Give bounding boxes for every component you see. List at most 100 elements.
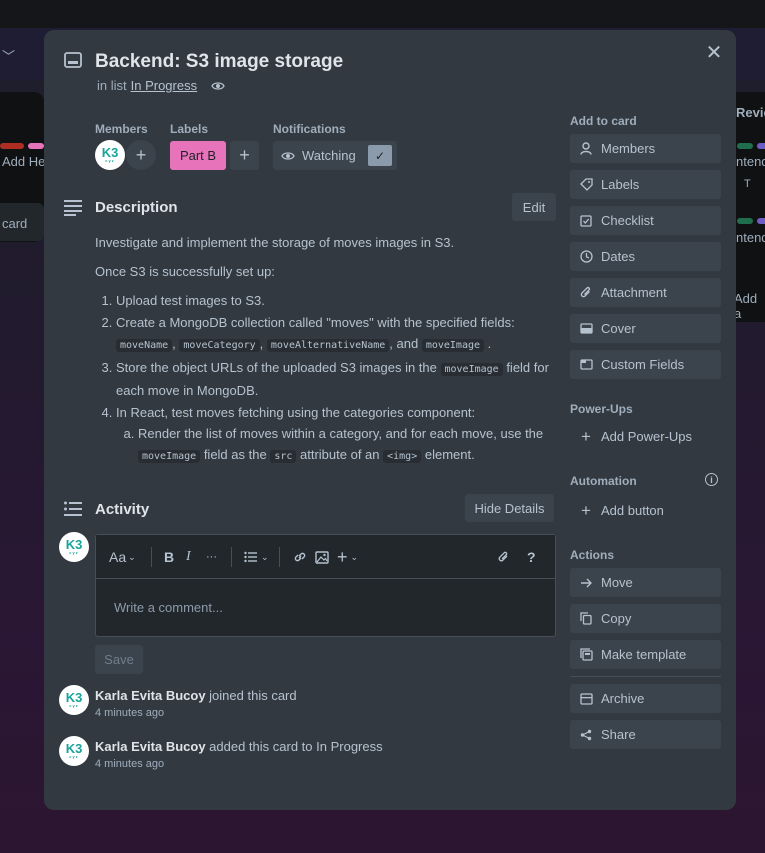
notifications-label: Notifications (273, 122, 346, 136)
watch-button[interactable]: Watching ✓ (273, 141, 397, 170)
power-ups-heading: Power-Ups (570, 402, 633, 416)
card-title[interactable]: Backend: S3 image storage (95, 51, 343, 73)
copy-button[interactable]: Copy (570, 604, 721, 633)
avatar-subtext: cyz (69, 703, 79, 708)
add-member-button[interactable]: + (126, 140, 156, 170)
actions-heading: Actions (570, 548, 615, 562)
cover-icon (579, 322, 593, 336)
avatar: K3 cyz (59, 685, 89, 715)
description-substeps: Render the list of moves within a catego… (138, 423, 555, 467)
tag-icon (579, 178, 593, 192)
italic-button[interactable]: I (186, 547, 191, 567)
info-icon[interactable]: i (705, 473, 718, 486)
add-button-button[interactable]: + Add button (570, 496, 721, 525)
description-icon (64, 200, 82, 216)
activity-user[interactable]: Karla Evita Bucoy (95, 739, 206, 754)
avatar: K3 cyz (59, 736, 89, 766)
plus-icon: + (581, 426, 591, 446)
background-label (757, 218, 765, 224)
image-icon[interactable] (315, 547, 329, 567)
sidebar-cover-button[interactable]: Cover (570, 314, 721, 343)
description-intro: Investigate and implement the storage of… (95, 235, 455, 250)
background-label (757, 143, 765, 149)
activity-time[interactable]: 4 minutes ago (95, 707, 164, 719)
toolbar-divider (231, 547, 232, 567)
add-to-card-heading: Add to card (570, 114, 637, 128)
background-label (28, 143, 44, 149)
save-comment-button[interactable]: Save (95, 645, 143, 674)
code-move-image: moveImage (138, 450, 201, 463)
comment-input[interactable]: Write a comment... (114, 600, 223, 615)
copy-icon (579, 612, 593, 626)
list-item: Create a MongoDB collection called "move… (116, 312, 555, 356)
code-img-tag: <img> (383, 450, 422, 463)
activity-title: Activity (95, 501, 150, 518)
sidebar-checklist-button[interactable]: Checklist (570, 206, 721, 235)
sidebar-dates-button[interactable]: Dates (570, 242, 721, 271)
help-icon[interactable]: ? (527, 547, 536, 567)
activity-action: added this card to In Progress (209, 739, 383, 754)
archive-icon (579, 692, 593, 706)
clock-icon (579, 250, 593, 264)
in-list-prefix: in list (97, 78, 127, 93)
insert-button[interactable]: + ⌄ (337, 547, 358, 567)
avatar: K3 cyz (59, 532, 89, 562)
background-text: Review (736, 105, 765, 120)
person-icon (579, 142, 593, 156)
arrow-right-icon (579, 576, 593, 590)
activity-user[interactable]: Karla Evita Bucoy (95, 688, 206, 703)
sidebar-members-button[interactable]: Members (570, 134, 721, 163)
hide-details-button[interactable]: Hide Details (465, 494, 554, 522)
members-label: Members (95, 122, 148, 136)
chevron-down-icon[interactable]: ﹀ (2, 46, 15, 65)
text-style-button[interactable]: Aa ⌄ (109, 547, 136, 567)
code-move-category: moveCategory (179, 339, 260, 352)
edit-description-button[interactable]: Edit (512, 193, 556, 221)
sidebar-custom-fields-button[interactable]: Custom Fields (570, 350, 721, 379)
make-template-button[interactable]: Make template (570, 640, 721, 669)
more-formatting-button[interactable]: ··· (206, 547, 217, 567)
list-icon[interactable]: ⌄ (244, 547, 269, 567)
activity-action: joined this card (209, 688, 297, 703)
list-link[interactable]: In Progress (131, 78, 197, 93)
sidebar-divider (570, 676, 721, 677)
check-icon: ✓ (368, 145, 392, 166)
label-chip-part-b[interactable]: Part B (170, 141, 226, 170)
sidebar-attachment-button[interactable]: Attachment (570, 278, 721, 307)
code-move-image: moveImage (440, 363, 503, 376)
custom-fields-icon (579, 358, 593, 372)
background-text: ntend (736, 154, 765, 169)
editor-toolbar: Aa ⌄ B I ··· ⌄ + ⌄ ? (96, 535, 555, 579)
app-top-bar (0, 0, 765, 28)
list-item: Render the list of moves within a catego… (138, 423, 555, 467)
eye-icon (281, 151, 295, 160)
eye-icon (211, 81, 225, 90)
avatar-subtext: cyz (69, 754, 79, 759)
background-text: card (2, 216, 28, 231)
add-label-button[interactable]: + (230, 141, 259, 170)
activity-time[interactable]: 4 minutes ago (95, 758, 164, 770)
background-text: T (744, 178, 751, 190)
comment-editor[interactable]: Aa ⌄ B I ··· ⌄ + ⌄ ? Write a comment... (95, 534, 556, 637)
description-body[interactable]: Investigate and implement the storage of… (95, 232, 555, 468)
activity-icon (64, 501, 82, 516)
card-icon (64, 52, 82, 68)
list-item: In React, test moves fetching using the … (116, 402, 555, 467)
automation-heading: Automation (570, 474, 637, 488)
bold-button[interactable]: B (164, 547, 174, 567)
paperclip-icon (579, 286, 593, 300)
share-button[interactable]: Share (570, 720, 721, 749)
background-text: ntend (736, 230, 765, 245)
attachment-icon[interactable] (497, 547, 510, 567)
move-button[interactable]: Move (570, 568, 721, 597)
toolbar-divider (279, 547, 280, 567)
description-intro2: Once S3 is successfully set up: (95, 264, 275, 279)
sidebar-labels-button[interactable]: Labels (570, 170, 721, 199)
archive-button[interactable]: Archive (570, 684, 721, 713)
checklist-icon (579, 214, 593, 228)
close-icon[interactable]: ✕ (702, 40, 726, 64)
link-icon[interactable] (293, 547, 307, 567)
add-power-ups-button[interactable]: + Add Power-Ups (570, 422, 721, 451)
list-item: Store the object URLs of the uploaded S3… (116, 357, 555, 401)
avatar[interactable]: K3 cyz (95, 140, 125, 170)
